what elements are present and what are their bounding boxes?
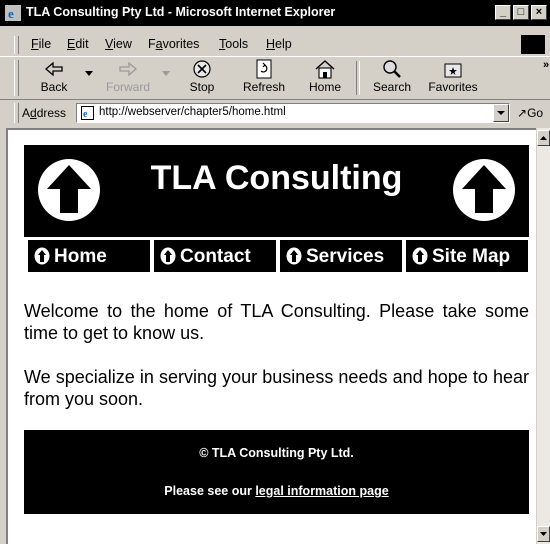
nav-services-label: Services bbox=[306, 246, 385, 267]
toolbar-separator bbox=[356, 61, 360, 95]
site-banner: TLA Consulting bbox=[24, 145, 529, 237]
address-dropdown-button[interactable] bbox=[493, 104, 509, 122]
go-label: Go bbox=[527, 106, 544, 120]
home-button[interactable]: Home bbox=[302, 59, 348, 99]
address-bar: Address e http://webserver/chapter5/home… bbox=[0, 101, 550, 125]
nav-arrow-icon bbox=[286, 247, 302, 265]
nav-contact[interactable]: Contact bbox=[154, 240, 276, 272]
chevron-up-icon bbox=[540, 136, 547, 140]
page-icon: e bbox=[81, 106, 94, 120]
stop-icon bbox=[193, 60, 211, 78]
address-grip[interactable] bbox=[14, 103, 19, 123]
chevron-down-icon bbox=[497, 111, 505, 115]
nav-site-map-label: Site Map bbox=[432, 246, 511, 267]
title-bar[interactable]: e TLA Consulting Pty Ltd - Microsoft Int… bbox=[0, 0, 550, 26]
favorites-label: Favorites bbox=[428, 80, 478, 94]
nav-home-label: Home bbox=[54, 246, 107, 267]
home-icon bbox=[315, 60, 335, 79]
ie-logo-icon: e bbox=[5, 5, 21, 21]
windows-logo-icon bbox=[521, 35, 545, 54]
back-label: Back bbox=[40, 80, 68, 94]
nav-arrow-icon bbox=[412, 247, 428, 265]
search-button[interactable]: Search bbox=[366, 59, 418, 99]
favorites-folder-icon bbox=[444, 63, 462, 78]
legal-line: Please see our legal information page bbox=[24, 484, 529, 498]
page-viewport: TLA Consulting Home Contact Services Sit… bbox=[6, 128, 536, 544]
back-arrow-icon bbox=[45, 61, 63, 77]
scroll-up-button[interactable] bbox=[537, 130, 550, 146]
refresh-button[interactable]: Refresh bbox=[236, 59, 292, 99]
forward-dropdown-icon[interactable] bbox=[162, 71, 170, 77]
maximize-button[interactable]: □ bbox=[513, 5, 529, 20]
up-arrow-logo-icon bbox=[453, 159, 515, 221]
stop-label: Stop bbox=[189, 80, 215, 94]
close-button[interactable]: × bbox=[531, 5, 547, 20]
back-button[interactable]: Back bbox=[28, 59, 80, 99]
window-title: TLA Consulting Pty Ltd - Microsoft Inter… bbox=[26, 5, 336, 19]
menu-favorites[interactable]: Favorites bbox=[148, 37, 199, 51]
menu-bar: File Edit View Favorites Tools Help bbox=[0, 34, 550, 56]
stop-button[interactable]: Stop bbox=[180, 59, 224, 99]
standard-toolbar: Back Forward Stop Refresh Home Search Fa… bbox=[0, 56, 550, 100]
nav-home[interactable]: Home bbox=[28, 240, 150, 272]
forward-label: Forward bbox=[105, 80, 150, 94]
toolbar-grip[interactable] bbox=[14, 60, 19, 96]
nav-services[interactable]: Services bbox=[280, 240, 402, 272]
forward-arrow-icon bbox=[119, 61, 137, 77]
refresh-icon bbox=[256, 59, 272, 79]
toolbar-overflow-chevron-icon[interactable]: » bbox=[543, 59, 549, 71]
home-label: Home bbox=[308, 80, 341, 94]
nav-arrow-icon bbox=[160, 247, 176, 265]
copyright-text: © TLA Consulting Pty Ltd. bbox=[199, 446, 354, 460]
site-footer: © TLA Consulting Pty Ltd. Please see our… bbox=[24, 430, 529, 514]
svg-text:e: e bbox=[83, 109, 88, 120]
nav-arrow-icon bbox=[34, 247, 50, 265]
svg-text:e: e bbox=[8, 6, 14, 21]
favorites-button[interactable]: Favorites bbox=[424, 59, 482, 99]
legal-information-link[interactable]: legal information page bbox=[255, 484, 388, 498]
address-label: Address bbox=[22, 106, 67, 120]
chevron-down-icon bbox=[540, 532, 547, 536]
legal-prefix: Please see our bbox=[164, 484, 256, 498]
welcome-paragraph: Welcome to the home of TLA Consulting. P… bbox=[24, 301, 529, 343]
menu-edit[interactable]: Edit bbox=[67, 37, 89, 51]
specialize-paragraph: We specialize in serving your business n… bbox=[24, 367, 529, 409]
menu-tools[interactable]: Tools bbox=[219, 37, 248, 51]
menu-help[interactable]: Help bbox=[266, 37, 292, 51]
back-dropdown-icon[interactable] bbox=[85, 71, 93, 77]
menu-view[interactable]: View bbox=[105, 37, 132, 51]
nav-contact-label: Contact bbox=[180, 246, 251, 267]
scroll-down-button[interactable] bbox=[537, 526, 550, 542]
go-arrow-icon: ↗ bbox=[517, 106, 528, 120]
minimize-button[interactable]: _ bbox=[495, 5, 511, 20]
menu-file[interactable]: File bbox=[31, 37, 51, 51]
menu-grip[interactable] bbox=[14, 36, 19, 54]
nav-site-map[interactable]: Site Map bbox=[406, 240, 528, 272]
forward-button[interactable]: Forward bbox=[98, 59, 158, 99]
go-button[interactable]: ↗Go bbox=[517, 106, 543, 120]
address-input[interactable]: e http://webserver/chapter5/home.html bbox=[76, 103, 510, 123]
address-url: http://webserver/chapter5/home.html bbox=[99, 106, 286, 118]
vertical-scrollbar[interactable] bbox=[537, 128, 550, 544]
search-icon bbox=[383, 60, 401, 78]
browser-window: e TLA Consulting Pty Ltd - Microsoft Int… bbox=[0, 0, 550, 544]
search-label: Search bbox=[372, 80, 412, 94]
refresh-label: Refresh bbox=[242, 80, 286, 94]
